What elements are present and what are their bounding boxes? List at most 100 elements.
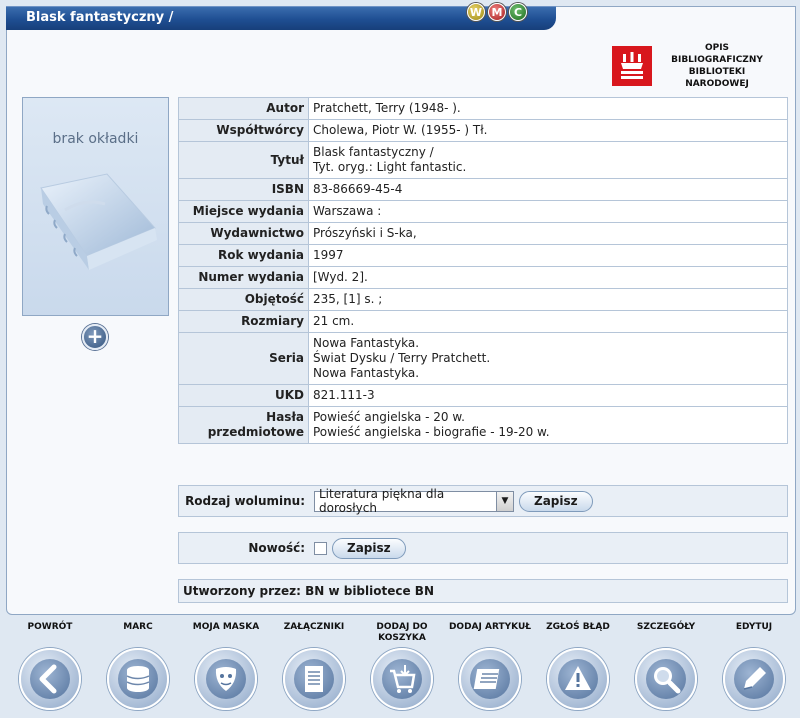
- toolbar-dodaj-artykul-circle[interactable]: [459, 648, 521, 710]
- record-label: Wydawnictwo: [178, 222, 309, 245]
- toolbar-zalaczniki-button[interactable]: ZAŁĄCZNIKI: [270, 618, 358, 710]
- toolbar-szczegoly-button[interactable]: SZCZEGÓŁY: [622, 618, 710, 710]
- record-label: Seria: [178, 332, 309, 385]
- record-label: Objętość: [178, 288, 309, 311]
- record-row: Objętość 235, [1] s. ;: [178, 288, 788, 311]
- toolbar-dodaj-artykul-button[interactable]: DODAJ ARTYKUŁ: [446, 618, 534, 710]
- record-row: Współtwórcy Cholewa, Piotr W. (1955- ) Tł…: [178, 119, 788, 142]
- record-value: 21 cm.: [308, 310, 788, 333]
- record-label: Współtwórcy: [178, 119, 309, 142]
- chevron-down-icon[interactable]: ▼: [495, 491, 513, 511]
- record-value-line: Prószyński i S-ka,: [313, 226, 417, 240]
- toolbar-zglos-blad-button[interactable]: ZGŁOŚ BŁĄD: [534, 618, 622, 710]
- record-value-line: Blask fantastyczny /: [313, 145, 434, 159]
- database-icon: [126, 666, 150, 692]
- toolbar-marc-circle[interactable]: [107, 648, 169, 710]
- record-label: Numer wydania: [178, 266, 309, 289]
- toolbar-edytuj-button[interactable]: EDYTUJ: [710, 618, 798, 710]
- novelty-label: Nowość:: [248, 541, 305, 555]
- record-label: Hasła przedmiotowe: [178, 406, 309, 444]
- document-icon: [305, 666, 323, 692]
- toolbar-powrot-circle[interactable]: [19, 648, 81, 710]
- record-label: Rok wydania: [178, 244, 309, 267]
- novelty-form: Nowość: Zapisz: [178, 532, 788, 564]
- save-novelty-button[interactable]: Zapisz: [332, 537, 406, 559]
- record-label: Tytuł: [178, 141, 309, 179]
- record-value: Warszawa :: [308, 200, 788, 223]
- record-value-line: [Wyd. 2].: [313, 270, 368, 284]
- record-row: Tytuł Blask fantastyczny / Tyt. oryg.: Lig…: [178, 141, 788, 179]
- record-value: 235, [1] s. ;: [308, 288, 788, 311]
- record-row: Miejsce wydania Warszawa :: [178, 200, 788, 223]
- record-value-line: 235, [1] s. ;: [313, 292, 383, 306]
- record-row: Autor Pratchett, Terry (1948- ).: [178, 97, 788, 120]
- toolbar-moja-maska-circle[interactable]: [195, 648, 257, 710]
- record-value-line: Tyt. oryg.: Light fantastic.: [313, 160, 467, 174]
- toolbar-label: POWRÓT: [27, 622, 73, 632]
- toolbar-moja-maska-button[interactable]: MOJA MASKA: [182, 618, 270, 710]
- volume-type-form: Rodzaj woluminu: Literatura piękna dla d…: [178, 485, 788, 517]
- toolbar-label: ZGŁOŚ BŁĄD: [546, 622, 610, 632]
- record-value-line: Powieść angielska - 20 w.: [313, 410, 465, 424]
- toolbar-szczegoly-circle[interactable]: [635, 648, 697, 710]
- record-value: [Wyd. 2].: [308, 266, 788, 289]
- toolbar-label: DODAJ DO KOSZYKA: [376, 622, 428, 643]
- record-value-line: Świat Dysku / Terry Pratchett.: [313, 351, 491, 365]
- toolbar-powrot-button[interactable]: POWRÓT: [6, 618, 94, 710]
- window-mode-buttons: W M C: [467, 3, 527, 21]
- toolbar-dodaj-koszyk-button[interactable]: DODAJ DO KOSZYKA: [358, 618, 446, 710]
- volume-type-select[interactable]: Literatura piękna dla dorosłych ▼: [314, 487, 514, 515]
- record-value-line: 83-86669-45-4: [313, 182, 403, 196]
- record-row: Wydawnictwo Prószyński i S-ka,: [178, 222, 788, 245]
- volume-type-value: Literatura piękna dla dorosłych: [319, 487, 445, 515]
- record-label: Rozmiary: [178, 310, 309, 333]
- cover-placeholder: brak okładki: [22, 97, 169, 316]
- record-value-line: Nowa Fantastyka.: [313, 336, 420, 350]
- novelty-checkbox[interactable]: [314, 541, 327, 555]
- w-button[interactable]: W: [467, 3, 485, 21]
- record-label: UKD: [178, 384, 309, 407]
- record-value-line: 821.111-3: [313, 388, 375, 402]
- record-row: Seria Nowa Fantastyka. Świat Dysku / Terry…: [178, 332, 788, 385]
- toolbar-label: DODAJ ARTYKUŁ: [448, 622, 532, 632]
- warning-icon: [565, 666, 591, 690]
- book-icon: [40, 173, 157, 270]
- toolbar-label: MOJA MASKA: [192, 622, 260, 632]
- save-volume-type-button[interactable]: Zapisz: [519, 490, 593, 512]
- record-label: ISBN: [178, 178, 309, 201]
- created-by-text: Utworzony przez: BN w bibliotece BN: [183, 584, 434, 598]
- record-row: Hasła przedmiotowe Powieść angielska - 20…: [178, 406, 788, 444]
- m-button[interactable]: M: [488, 3, 506, 21]
- record-row: ISBN 83-86669-45-4: [178, 178, 788, 201]
- c-button[interactable]: C: [509, 3, 527, 21]
- edit-icon: [743, 667, 766, 690]
- add-cover-button[interactable]: +: [82, 324, 108, 350]
- record-label: Miejsce wydania: [178, 200, 309, 223]
- record-value-line: Nowa Fantastyka.: [313, 366, 420, 380]
- record-value: Prószyński i S-ka,: [308, 222, 788, 245]
- toolbar-label: EDYTUJ: [735, 622, 773, 632]
- toolbar-dodaj-koszyk-circle[interactable]: [371, 648, 433, 710]
- created-by-box: Utworzony przez: BN w bibliotece BN: [178, 579, 788, 603]
- bottom-toolbar: POWRÓT MARC MOJA MASKA ZAŁĄCZNIKI DODAJ DO K…: [0, 618, 800, 718]
- record-value-line: Pratchett, Terry (1948- ).: [313, 101, 461, 115]
- bn-logo-text: OPIS BIBLIOGRAFICZNY BIBLIOTEKI NARODOWE…: [671, 43, 763, 89]
- magnifier-icon: [654, 667, 681, 694]
- article-icon: [473, 669, 500, 689]
- record-value-line: Cholewa, Piotr W. (1955- ) Tł.: [313, 123, 488, 137]
- record-value: Nowa Fantastyka. Świat Dysku / Terry Prat…: [308, 332, 788, 385]
- record-value-line: 21 cm.: [313, 314, 355, 328]
- toolbar-zalaczniki-circle[interactable]: [283, 648, 345, 710]
- record-value: 83-86669-45-4: [308, 178, 788, 201]
- toolbar-marc-button[interactable]: MARC: [94, 618, 182, 710]
- volume-type-label: Rodzaj woluminu:: [185, 494, 305, 508]
- record-row: Rok wydania 1997: [178, 244, 788, 267]
- window-title: Blask fantastyczny /: [26, 10, 174, 25]
- toolbar-zglos-blad-circle[interactable]: [547, 648, 609, 710]
- bn-emblem-icon: [612, 46, 652, 86]
- toolbar-label: SZCZEGÓŁY: [636, 622, 696, 632]
- record-value: Cholewa, Piotr W. (1955- ) Tł.: [308, 119, 788, 142]
- toolbar-edytuj-circle[interactable]: [723, 648, 785, 710]
- mask-icon: [215, 667, 237, 691]
- record-value-line: 1997: [313, 248, 344, 262]
